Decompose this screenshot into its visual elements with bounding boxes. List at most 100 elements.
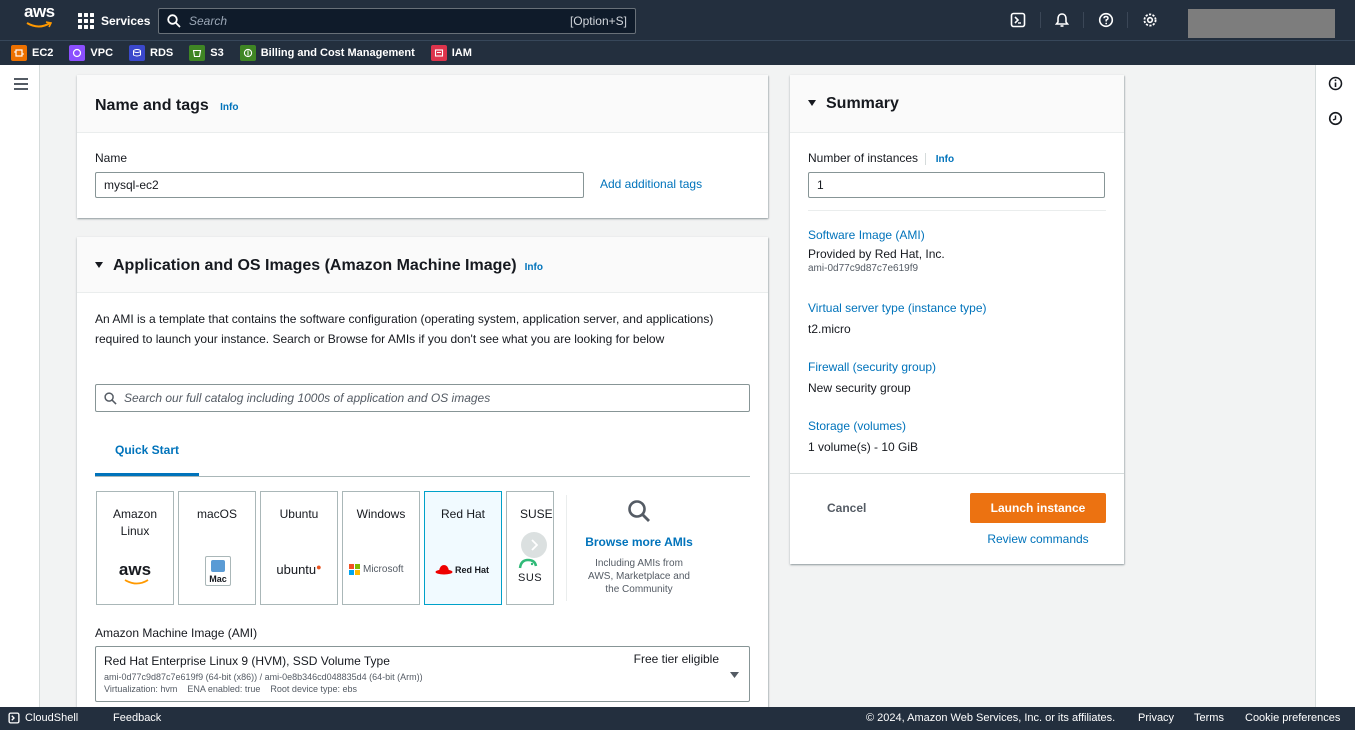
bell-icon[interactable]: [1049, 8, 1075, 32]
terms-link[interactable]: Terms: [1194, 712, 1224, 724]
storage-section: Storage (volumes) 1 volume(s) - 10 GiB: [808, 419, 918, 454]
services-menu-button[interactable]: Services: [78, 10, 150, 32]
search-icon: [167, 14, 181, 28]
tile-label: macOS: [196, 507, 237, 521]
tile-label: Ubuntu: [279, 507, 319, 521]
cancel-button[interactable]: Cancel: [827, 501, 866, 515]
gear-icon[interactable]: [1137, 8, 1163, 32]
favorite-label: S3: [210, 47, 224, 59]
red-hat-logo: Red Hat: [435, 564, 489, 575]
ami-search-input[interactable]: Search our full catalog including 1000s …: [95, 384, 750, 412]
tab-quick-start[interactable]: Quick Start: [115, 443, 179, 457]
global-search-input[interactable]: Search [Option+S]: [158, 8, 636, 34]
add-tags-link[interactable]: Add additional tags: [600, 177, 702, 191]
mac-logo: Mac: [205, 556, 231, 586]
tile-logo-text: SUS: [518, 572, 543, 584]
ami-name: Red Hat Enterprise Linux 9 (HVM), SSD Vo…: [104, 654, 390, 668]
info-icon[interactable]: [1328, 76, 1343, 94]
favorite-label: RDS: [150, 47, 174, 59]
feedback-link[interactable]: Feedback: [113, 712, 161, 724]
info-link[interactable]: Info: [936, 154, 954, 165]
tile-logo-text: aws: [118, 560, 152, 579]
os-tile-windows[interactable]: Windows Microsoft: [342, 491, 420, 605]
account-menu-button[interactable]: [1188, 9, 1335, 38]
os-tile-ubuntu[interactable]: Ubuntu ubuntu●: [260, 491, 338, 605]
console-footer: CloudShell Feedback © 2024, Amazon Web S…: [0, 707, 1355, 730]
panel-header: Name and tags Info: [77, 75, 768, 133]
review-commands-link[interactable]: Review commands: [970, 532, 1106, 546]
menu-icon[interactable]: [14, 78, 28, 93]
windows-icon: [349, 564, 360, 575]
billing-icon: [239, 45, 256, 61]
caret-down-icon[interactable]: [808, 99, 816, 106]
microsoft-logo: Microsoft: [349, 564, 404, 575]
tile-logo-text: Red Hat: [455, 564, 490, 575]
favorite-vpc[interactable]: VPC: [69, 45, 113, 61]
info-link[interactable]: Info: [525, 262, 543, 273]
favorite-rds[interactable]: RDS: [129, 45, 173, 61]
firewall-section: Firewall (security group) New security g…: [808, 360, 936, 395]
launch-instance-button[interactable]: Launch instance: [970, 493, 1106, 523]
caret-down-icon[interactable]: [95, 261, 103, 268]
divider: [790, 473, 1124, 474]
browse-more-amis[interactable]: Browse more AMIs Including AMIs from AWS…: [575, 491, 703, 605]
os-tile-amazon-linux[interactable]: Amazon Linux aws: [96, 491, 174, 605]
instance-type-link[interactable]: Virtual server type (instance type): [808, 301, 987, 315]
search-placeholder: Search: [189, 14, 228, 28]
software-image-link[interactable]: Software Image (AMI): [808, 228, 945, 242]
favorites-bar: EC2 VPC RDS S3 Billing and Cost Manageme…: [0, 40, 1355, 65]
tiles-divider: [566, 495, 567, 601]
panel-title: Application and OS Images (Amazon Machin…: [113, 257, 517, 274]
cloudshell-label: CloudShell: [25, 712, 79, 724]
services-label: Services: [101, 14, 151, 28]
os-tile-macos[interactable]: macOS Mac: [178, 491, 256, 605]
info-link[interactable]: Info: [220, 102, 238, 113]
favorite-s3[interactable]: S3: [189, 45, 224, 61]
panel-title: Summary: [826, 95, 899, 112]
favorite-ec2[interactable]: EC2: [11, 45, 53, 61]
help-icon[interactable]: [1093, 8, 1119, 32]
name-input-value: mysql-ec2: [104, 178, 159, 192]
favorite-iam[interactable]: IAM: [430, 45, 472, 61]
firewall-link[interactable]: Firewall (security group): [808, 360, 936, 374]
browse-more-amis-link[interactable]: Browse more AMIs: [575, 535, 703, 549]
nav-separator: [1040, 12, 1041, 28]
software-image-ami-id: ami-0d77c9d87c7e619f9: [808, 263, 919, 274]
name-input[interactable]: mysql-ec2: [95, 172, 584, 198]
os-tile-suse[interactable]: SUSE Li SUS: [506, 491, 554, 605]
ami-select[interactable]: Red Hat Enterprise Linux 9 (HVM), SSD Vo…: [95, 646, 750, 702]
clock-icon[interactable]: [1328, 111, 1343, 129]
software-image-value: Provided by Red Hat, Inc.: [808, 247, 945, 261]
tile-logo-text: ubuntu: [276, 562, 317, 577]
cookie-preferences-link[interactable]: Cookie preferences: [1245, 712, 1340, 724]
os-tile-red-hat[interactable]: Red Hat Red Hat: [424, 491, 502, 605]
free-tier-badge: Free tier eligible: [633, 652, 719, 666]
red-hat-icon: [435, 565, 453, 575]
panel-header: Application and OS Images (Amazon Machin…: [77, 237, 768, 293]
divider: [808, 210, 1106, 211]
aws-logo[interactable]: aws: [24, 2, 60, 33]
aws-smile-icon: [124, 579, 149, 585]
favorite-billing[interactable]: Billing and Cost Management: [239, 45, 415, 61]
search-icon: [104, 391, 117, 405]
name-label: Name: [95, 151, 128, 165]
ami-ids: ami-0d77c9d87c7e619f9 (64-bit (x86)) / a…: [104, 672, 423, 682]
copyright-text: © 2024, Amazon Web Services, Inc. or its…: [866, 712, 1116, 724]
favorite-label: EC2: [32, 47, 54, 59]
cloudshell-icon[interactable]: [1005, 8, 1031, 32]
application-os-images-panel: Application and OS Images (Amazon Machin…: [77, 237, 768, 707]
search-icon: [628, 500, 650, 522]
iam-icon: [430, 45, 447, 61]
privacy-link[interactable]: Privacy: [1138, 712, 1174, 724]
panel-header: Summary: [790, 75, 1124, 133]
number-of-instances-value: 1: [817, 178, 824, 192]
tile-logo-text: Mac: [209, 574, 227, 584]
storage-link[interactable]: Storage (volumes): [808, 419, 918, 433]
number-of-instances-label: Number of instances Info: [808, 151, 954, 165]
number-of-instances-input[interactable]: 1: [808, 172, 1105, 198]
instance-type-section: Virtual server type (instance type) t2.m…: [808, 301, 987, 336]
cloudshell-button[interactable]: CloudShell: [8, 712, 78, 724]
right-tools-rail: [1315, 65, 1355, 707]
firewall-value: New security group: [808, 381, 911, 395]
carousel-next-button[interactable]: [521, 532, 547, 558]
